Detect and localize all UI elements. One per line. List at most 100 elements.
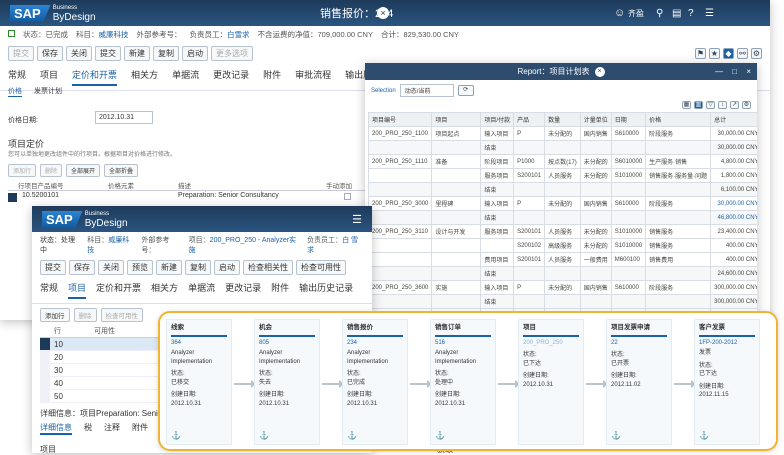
- save-button[interactable]: 保存: [69, 260, 95, 275]
- flow-card[interactable]: 项目 200_PRO_250 状态: 已下达 创建日期: 2012.10.31: [518, 319, 584, 445]
- tab-items[interactable]: 项目: [40, 68, 58, 86]
- col-item-type[interactable]: 项目/付款: [480, 112, 515, 127]
- flow-card[interactable]: 机会 805 Analyzer Implementation 状态: 失去 创建日期: 20…: [254, 319, 320, 445]
- tab-attachments[interactable]: 附件: [271, 281, 289, 299]
- star-icon[interactable]: ★: [709, 48, 720, 59]
- submit2-button[interactable]: 提交: [95, 46, 121, 61]
- selection-dropdown[interactable]: 动态/当前: [399, 84, 454, 97]
- minimize-icon[interactable]: —: [715, 67, 723, 76]
- close-icon[interactable]: ×: [377, 7, 389, 19]
- col-quantity[interactable]: 数量: [544, 112, 581, 127]
- flow-card-id[interactable]: 234: [347, 339, 403, 348]
- list-item[interactable]: 50: [40, 390, 160, 403]
- user-icon[interactable]: ☺: [614, 7, 625, 19]
- add-row-button[interactable]: 添加行: [8, 164, 37, 177]
- price-date-input[interactable]: 2012.10.31: [95, 111, 153, 124]
- tab-document-flow[interactable]: 单据流: [172, 68, 199, 86]
- user-name[interactable]: 齐盈: [628, 8, 644, 19]
- row-selector[interactable]: [40, 351, 50, 363]
- table-row[interactable]: 结束 46,800.00 CNY: [367, 210, 757, 225]
- table-row[interactable]: 结束 300,000.00 CNY: [367, 294, 757, 309]
- flow-card[interactable]: 销售订单 516 Analyzer Implementation 状态: 处理中 创建日期…: [430, 319, 496, 445]
- link-icon[interactable]: ⚯: [737, 48, 748, 59]
- list-item[interactable]: 40: [40, 377, 160, 390]
- table-row[interactable]: 费用项目 S200101 人员服务 一般费用 M600100 销售费用 400.00 CNY: [367, 252, 757, 267]
- flow-card[interactable]: 项目发票申请 22 状态: 已开票 创建日期: 2012.11.02 ⚓: [606, 319, 672, 445]
- close-button[interactable]: 关闭: [66, 46, 92, 61]
- manual-checkbox[interactable]: [344, 193, 351, 200]
- table-row[interactable]: 200_PRO_250_3600 实施 输入项目 P 未分配的 国内销售 S610000 阶段…: [367, 280, 757, 295]
- document-icon[interactable]: ▤: [672, 8, 681, 19]
- table-row[interactable]: 200_PRO_250_1100 项目起点 输入项目 P 未分配的 国内销售 S610000…: [367, 126, 757, 141]
- search-icon[interactable]: ⚲: [656, 8, 663, 19]
- row-selector[interactable]: [40, 364, 50, 376]
- settings-icon[interactable]: ⚙: [751, 48, 762, 59]
- anchor-icon[interactable]: ⚓: [611, 431, 621, 441]
- save-button[interactable]: 保存: [37, 46, 63, 61]
- anchor-icon[interactable]: ⚓: [435, 431, 445, 441]
- tab-attachments[interactable]: 附件: [263, 68, 281, 86]
- tag-icon[interactable]: ◆: [723, 48, 734, 59]
- tab-parties[interactable]: 相关方: [151, 281, 178, 299]
- copy-button[interactable]: 复制: [153, 46, 179, 61]
- flow-card-id[interactable]: 516: [435, 339, 491, 348]
- maximize-icon[interactable]: □: [732, 67, 737, 76]
- anchor-icon[interactable]: ⚓: [259, 431, 269, 441]
- detail-tab-attachments[interactable]: 附件: [132, 422, 148, 435]
- refresh-icon[interactable]: ⟳: [457, 85, 474, 96]
- add-row-button[interactable]: 添加行: [40, 308, 70, 322]
- tab-general[interactable]: 常规: [40, 281, 58, 299]
- table-view-icon[interactable]: ▦: [682, 101, 691, 109]
- flow-card-id[interactable]: 364: [171, 339, 227, 348]
- flow-card[interactable]: 客户发票 1FP-200-2012 发票 状态: 已下达 创建日期: 2012.11.15 ⚓: [694, 319, 760, 445]
- table-row[interactable]: S200102 高级服务 未分配的 S1010000 销售服务 400.00 CNY: [367, 238, 757, 253]
- window-close-icon[interactable]: ×: [746, 67, 751, 76]
- new-button[interactable]: 新建: [156, 260, 182, 275]
- tab-pricing[interactable]: 定价和开票: [72, 68, 118, 86]
- flow-card-id[interactable]: 200_PRO_250: [523, 339, 579, 348]
- tab-items[interactable]: 项目: [68, 281, 87, 299]
- export-icon[interactable]: ↗: [730, 101, 739, 109]
- detail-tab-notes[interactable]: 注释: [104, 422, 120, 435]
- pricing-row[interactable]: 10.5200101 Preparation: Senior Consultan…: [8, 192, 368, 204]
- subtab-price[interactable]: 价格: [8, 86, 22, 97]
- flow-card[interactable]: 销售报价 234 Analyzer Implementation 状态: 已完成 创建日期…: [342, 319, 408, 445]
- table-row[interactable]: 200_PRO_250_3000 里程碑 输入项目 P 未分配的 国内销售 S610000 阶…: [367, 196, 757, 211]
- row-expander[interactable]: [8, 193, 17, 202]
- delete-button[interactable]: 删除: [40, 164, 63, 177]
- table-row[interactable]: 200_PRO_250_3110 设计与开发 服务项目 S200101 人员服务 未分配的…: [367, 224, 757, 239]
- check-relevance-button[interactable]: 检查相关性: [243, 260, 293, 275]
- tab-approval[interactable]: 审批流程: [295, 68, 331, 86]
- settings-icon[interactable]: ⚙: [742, 101, 751, 109]
- start-button[interactable]: 启动: [182, 46, 208, 61]
- col-date[interactable]: 日期: [610, 112, 647, 127]
- sort-icon[interactable]: ↕: [718, 101, 727, 109]
- new-button[interactable]: 新建: [124, 46, 150, 61]
- report-close-icon[interactable]: ×: [594, 66, 605, 77]
- tab-changes[interactable]: 更改记录: [213, 68, 249, 86]
- table-row[interactable]: 结束 30,000.00 CNY: [367, 140, 757, 155]
- anchor-icon[interactable]: ⚓: [699, 431, 709, 441]
- anchor-icon[interactable]: ⚓: [171, 431, 181, 441]
- detail-tab-tax[interactable]: 税: [84, 422, 92, 435]
- tab-output-history[interactable]: 输出历史记录: [299, 281, 353, 299]
- tab-general[interactable]: 常规: [8, 68, 26, 86]
- list-item[interactable]: 30: [40, 364, 160, 377]
- col-total[interactable]: 总计: [710, 112, 757, 127]
- table-row[interactable]: 结束 6,100.00 CNY: [367, 182, 757, 197]
- row-selector[interactable]: [40, 338, 50, 350]
- close-button[interactable]: 关闭: [98, 260, 124, 275]
- row-selector[interactable]: [40, 377, 50, 389]
- chart-view-icon[interactable]: ▥: [694, 101, 703, 109]
- collapse-all-button[interactable]: 全部折叠: [104, 164, 139, 177]
- start-button[interactable]: 启动: [214, 260, 240, 275]
- tab-pricing[interactable]: 定价和开票: [96, 281, 141, 299]
- col-unit[interactable]: 计量单位: [579, 112, 612, 127]
- filter-icon[interactable]: ▽: [706, 101, 715, 109]
- subtab-invoice-plan[interactable]: 发票计划: [34, 86, 62, 97]
- detail-tab-details[interactable]: 详细信息: [40, 422, 72, 435]
- flow-card-id[interactable]: 22: [611, 339, 667, 348]
- menu-icon[interactable]: ☰: [705, 8, 714, 19]
- flow-card[interactable]: 线索 364 Analyzer Implementation 状态: 已移交 创建日期: 2…: [166, 319, 232, 445]
- tab-document-flow[interactable]: 单据流: [188, 281, 215, 299]
